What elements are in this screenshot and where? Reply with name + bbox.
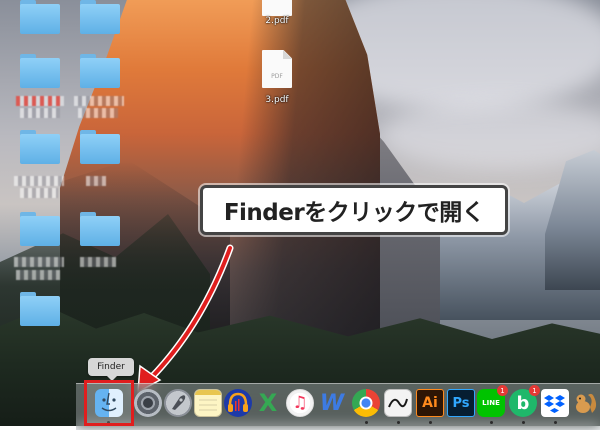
- illustrator-icon[interactable]: Ai: [416, 389, 444, 417]
- chrome-icon[interactable]: [352, 389, 380, 417]
- finder-tooltip: Finder: [88, 358, 134, 381]
- audacity-icon[interactable]: [224, 389, 252, 417]
- photoshop-icon[interactable]: Ps: [447, 389, 475, 417]
- running-indicator: [429, 421, 432, 424]
- gear-icon[interactable]: [134, 389, 162, 417]
- rocket-icon[interactable]: [164, 389, 192, 417]
- running-indicator: [397, 421, 400, 424]
- notes-icon[interactable]: [194, 389, 222, 417]
- finder-tooltip-text: Finder: [97, 362, 125, 372]
- excel-icon[interactable]: X: [254, 389, 282, 417]
- running-indicator: [490, 421, 493, 424]
- running-indicator: [365, 421, 368, 424]
- running-indicator: [522, 421, 525, 424]
- itunes-icon[interactable]: ♫: [286, 389, 314, 417]
- b-app-notification-badge: 1: [529, 385, 540, 396]
- word-icon[interactable]: W: [318, 389, 346, 417]
- running-indicator: [554, 421, 557, 424]
- line-notification-badge: 1: [497, 385, 508, 396]
- squirrel-icon[interactable]: [572, 389, 600, 417]
- script-editor-icon[interactable]: [384, 389, 412, 417]
- finder-highlight-box: [84, 380, 134, 426]
- dropbox-icon[interactable]: [541, 389, 569, 417]
